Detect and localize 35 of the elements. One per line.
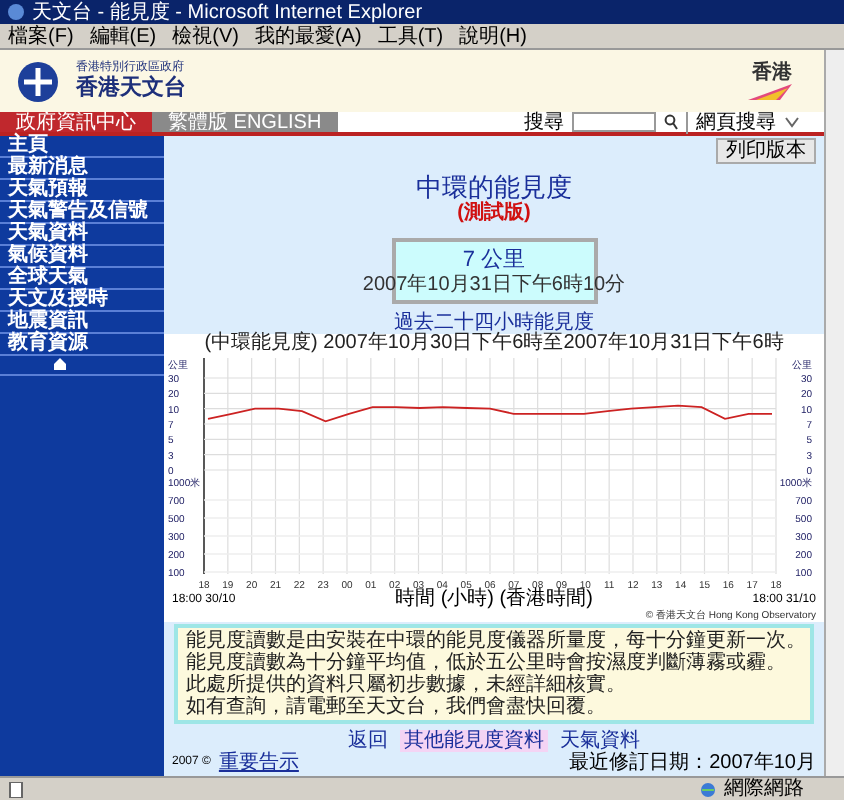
search-scope-dropdown[interactable]: 網頁搜尋 (686, 111, 800, 133)
chart-caption: (中環能見度) 2007年10月30日下午6時至2007年10月31日下午6時 (204, 334, 784, 354)
page-subtitle: (測試版) (457, 202, 531, 226)
search-icon[interactable] (664, 114, 678, 130)
menu-item[interactable]: 檢視(V) (172, 25, 239, 47)
visibility-reading: 7 公里 (462, 247, 526, 271)
browser-icon (8, 4, 24, 20)
page-link[interactable]: 天氣資料 (556, 730, 644, 752)
nav-tab[interactable]: 政府資訊中心 (0, 112, 152, 132)
observatory-logo (16, 59, 60, 103)
search-label: 搜尋 (524, 111, 564, 133)
menu-item[interactable]: 我的最愛(A) (254, 25, 362, 47)
window-title: 天文台 - 能見度 - Microsoft Internet Explorer (32, 1, 423, 23)
caret-icon (784, 116, 800, 128)
menu-item[interactable]: 說明(H) (459, 25, 527, 47)
reading-time: 2007年10月31日下午6時10分 (362, 275, 626, 295)
menu-item[interactable]: 編輯(E) (89, 25, 157, 47)
last-updated-text: 最近修訂日期：2007年10月 (569, 752, 816, 774)
org-name: 香港天文台 (76, 76, 186, 100)
globe-icon (700, 781, 716, 797)
page-link[interactable]: 返回 (344, 730, 392, 752)
menu-item[interactable]: 工具(T) (377, 25, 444, 47)
page-title: 中環的能見度 (416, 172, 572, 202)
region-logo-text: 香港 (752, 62, 792, 84)
vertical-scrollbar[interactable] (824, 50, 844, 776)
chart-heading: 過去二十四小時能見度 (394, 312, 594, 334)
search-field[interactable] (572, 112, 656, 132)
home-icon[interactable] (54, 358, 66, 370)
page-icon (8, 781, 24, 797)
security-zone: 網際網路 (724, 778, 804, 800)
menu-item[interactable]: 檔案(F) (8, 25, 74, 47)
page-link[interactable]: 其他能見度資料 (400, 730, 548, 752)
notice-link[interactable]: 重要告示 (218, 752, 299, 774)
print-button[interactable]: 列印版本 (716, 138, 816, 164)
x-axis-title: 時間 (小時) (香港時間) (395, 590, 593, 610)
